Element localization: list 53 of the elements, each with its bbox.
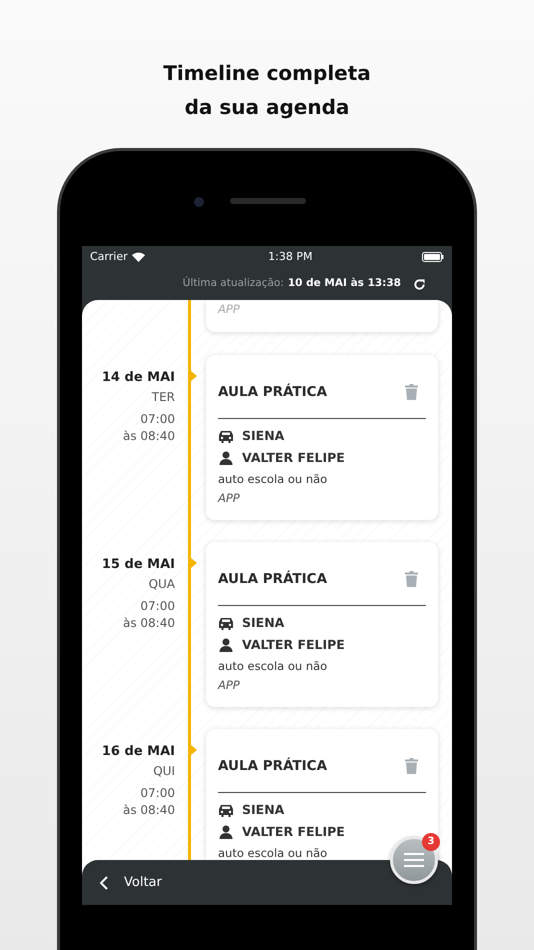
weekday-label: QUA bbox=[148, 576, 175, 593]
headline-text: Timeline completa bbox=[162, 60, 372, 87]
end-time: às 08:40 bbox=[122, 802, 175, 819]
speaker-icon bbox=[230, 198, 306, 204]
date-label: 15 de MAI bbox=[100, 556, 175, 573]
instructor-label: VALTER FELIPE bbox=[242, 636, 345, 654]
person-icon bbox=[218, 451, 234, 466]
start-time: 07:00 bbox=[139, 785, 175, 802]
battery-icon bbox=[422, 252, 444, 262]
instructor-label: VALTER FELIPE bbox=[242, 823, 345, 842]
start-time: 07:00 bbox=[139, 598, 175, 615]
trash-icon[interactable] bbox=[405, 758, 418, 774]
source-label: APP bbox=[218, 677, 240, 694]
person-icon bbox=[218, 825, 234, 840]
school-label: auto escola ou não bbox=[218, 658, 328, 676]
timeline-marker bbox=[191, 371, 197, 381]
source-label: APP bbox=[218, 301, 240, 318]
weekday-label: QUI bbox=[152, 763, 175, 780]
instructor-label: VALTER FELIPE bbox=[242, 449, 345, 468]
school-label: auto escola ou não bbox=[218, 471, 328, 488]
chevron-left-icon bbox=[100, 876, 108, 890]
refresh-icon[interactable] bbox=[413, 278, 426, 290]
car-icon bbox=[218, 430, 234, 443]
menu-icon bbox=[404, 853, 424, 867]
school-label: auto escola ou não bbox=[218, 845, 328, 862]
car-icon bbox=[218, 804, 234, 817]
clock-time: 1:38 PM bbox=[268, 248, 312, 265]
person-icon bbox=[218, 638, 234, 652]
last-update-value: 10 de MAI às 13:38 bbox=[288, 276, 401, 292]
event-title: AULA PRÁTICA bbox=[218, 570, 328, 589]
carrier-label: Carrier bbox=[90, 248, 128, 265]
source-label: APP bbox=[218, 490, 240, 508]
last-update-label: Última atualização: bbox=[182, 276, 284, 292]
wifi-icon bbox=[132, 252, 145, 262]
trash-icon[interactable] bbox=[405, 384, 418, 400]
date-label: 14 de MAI bbox=[100, 369, 175, 386]
camera-icon bbox=[194, 197, 204, 207]
end-time: às 08:40 bbox=[122, 615, 175, 632]
weekday-label: TER bbox=[150, 389, 175, 406]
event-title: AULA PRÁTICA bbox=[218, 756, 328, 776]
headline-text: da sua agenda bbox=[184, 94, 350, 121]
car-icon bbox=[218, 616, 234, 630]
end-time: às 08:40 bbox=[122, 428, 175, 445]
vehicle-label: SIENA bbox=[242, 427, 284, 446]
timeline-marker bbox=[191, 745, 197, 755]
event-title: AULA PRÁTICA bbox=[218, 382, 328, 402]
back-button[interactable]: Voltar bbox=[100, 872, 162, 892]
vehicle-label: SIENA bbox=[242, 614, 284, 632]
vehicle-label: SIENA bbox=[242, 801, 284, 820]
trash-icon[interactable] bbox=[405, 571, 418, 588]
start-time: 07:00 bbox=[139, 411, 175, 428]
date-label: 16 de MAI bbox=[100, 743, 175, 760]
timeline-marker bbox=[191, 558, 197, 568]
